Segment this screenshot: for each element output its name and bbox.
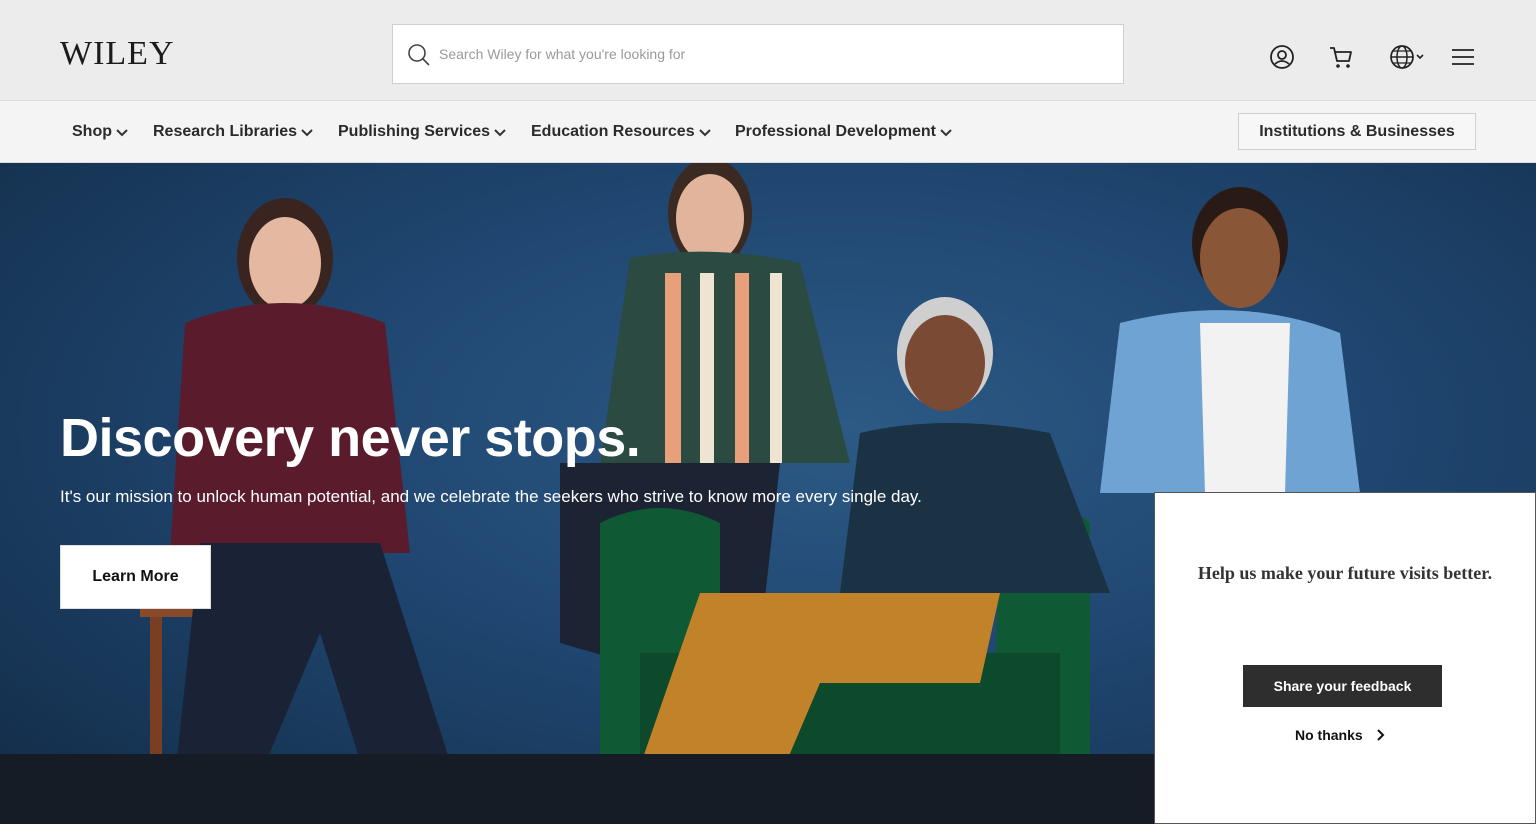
hero-subtitle: It's our mission to unlock human potenti… — [60, 487, 922, 506]
nav-item-professional-development[interactable]: Professional Development — [735, 121, 952, 143]
feedback-title: Help us make your future visits better. — [1197, 563, 1493, 583]
nav-item-label: Professional Development — [735, 123, 936, 140]
search-icon[interactable] — [407, 43, 431, 67]
globe-icon — [1390, 45, 1424, 69]
hero-title: Discovery never stops. — [60, 408, 641, 468]
site-header: WILEY — [0, 0, 1536, 101]
chevron-down-icon — [301, 129, 313, 137]
nav-item-research-libraries[interactable]: Research Libraries — [153, 121, 313, 143]
nav-item-shop[interactable]: Shop — [72, 121, 128, 143]
nav-item-publishing-services[interactable]: Publishing Services — [338, 121, 506, 143]
chevron-down-icon — [116, 129, 128, 137]
chevron-down-icon — [494, 129, 506, 137]
menu-icon[interactable] — [1450, 44, 1476, 70]
institutions-businesses-button[interactable]: Institutions & Businesses — [1238, 113, 1476, 150]
learn-more-button[interactable]: Learn More — [60, 545, 211, 609]
chevron-down-icon — [698, 129, 711, 137]
cart-icon[interactable] — [1328, 44, 1354, 70]
feedback-dialog: Help us make your future visits better. … — [1154, 492, 1536, 824]
nav-item-label: Research Libraries — [153, 123, 298, 140]
chevron-right-icon — [1376, 729, 1385, 741]
nav-item-label: Education Resources — [531, 123, 695, 140]
chevron-down-icon — [940, 129, 952, 137]
wiley-logo[interactable]: WILEY — [60, 36, 175, 72]
main-nav: Shop Research Libraries Publishing Servi… — [0, 101, 1536, 163]
no-thanks-button[interactable]: No thanks — [1295, 727, 1385, 743]
nav-item-label: Shop — [72, 123, 112, 140]
account-icon[interactable] — [1269, 44, 1295, 70]
share-feedback-button[interactable]: Share your feedback — [1243, 665, 1442, 707]
no-thanks-label: No thanks — [1295, 727, 1363, 743]
nav-item-education-resources[interactable]: Education Resources — [531, 121, 711, 143]
search-input[interactable] — [439, 25, 1109, 83]
nav-item-label: Publishing Services — [338, 123, 491, 140]
language-selector[interactable] — [1389, 44, 1427, 70]
search-box[interactable] — [392, 24, 1124, 84]
